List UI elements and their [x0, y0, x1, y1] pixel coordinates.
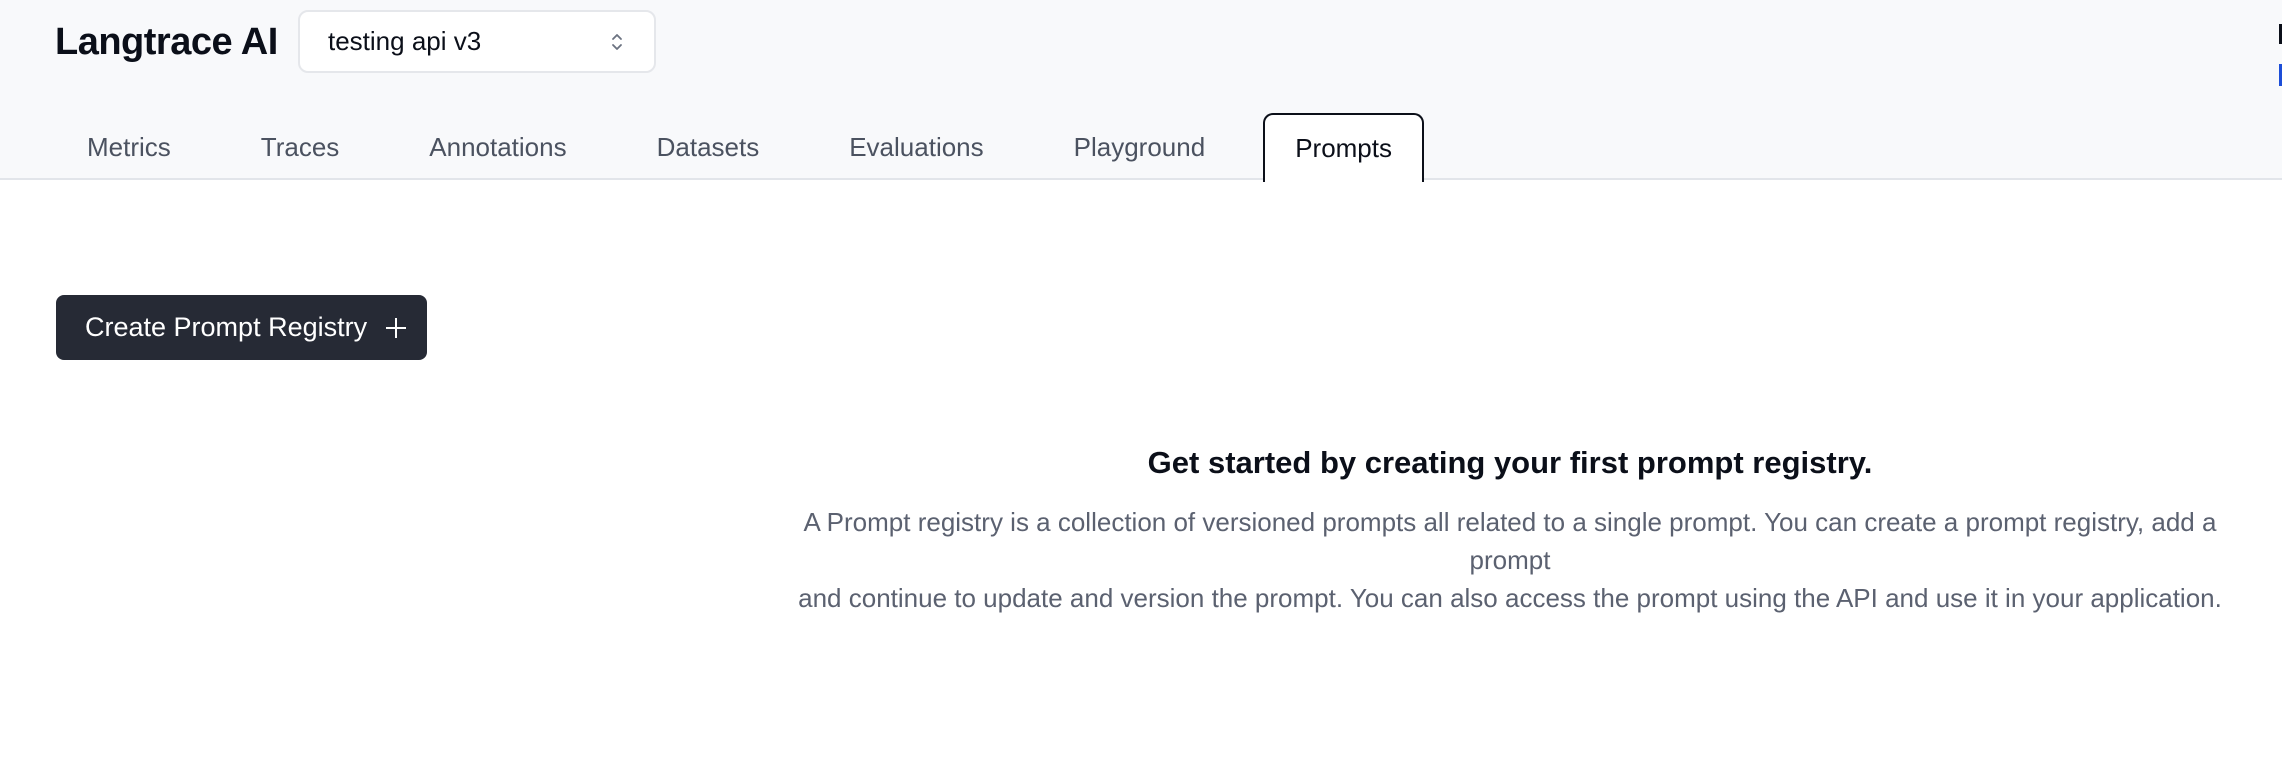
tab-metrics[interactable]: Metrics — [55, 113, 203, 180]
empty-state-line-1: A Prompt registry is a collection of ver… — [803, 507, 2217, 575]
project-select[interactable]: testing api v3 — [298, 10, 656, 73]
create-prompt-registry-label: Create Prompt Registry — [85, 312, 368, 342]
empty-state-description: A Prompt registry is a collection of ver… — [780, 503, 2240, 617]
brand-logo[interactable]: Langtrace AI — [55, 16, 278, 68]
tab-playground[interactable]: Playground — [1042, 113, 1238, 180]
chevron-up-down-icon — [612, 33, 622, 50]
project-select-value: testing api v3 — [328, 26, 482, 56]
truncated-user-menu[interactable] — [2278, 24, 2282, 94]
tab-datasets[interactable]: Datasets — [625, 113, 792, 180]
empty-state-line-2: and continue to update and version the p… — [798, 583, 2222, 613]
tab-prompts[interactable]: Prompts — [1263, 113, 1424, 182]
tab-traces[interactable]: Traces — [229, 113, 372, 180]
tab-annotations[interactable]: Annotations — [397, 113, 598, 180]
top-bar: Langtrace AI testing api v3 Metrics Trac… — [0, 0, 2282, 182]
tab-evaluations[interactable]: Evaluations — [817, 113, 1015, 180]
empty-state-title: Get started by creating your first promp… — [1147, 445, 1873, 480]
create-prompt-registry-button[interactable]: Create Prompt Registry — [56, 295, 427, 360]
empty-state: Get started by creating your first promp… — [780, 445, 2240, 617]
project-tabs: Metrics Traces Annotations Datasets Eval… — [55, 111, 1450, 182]
plus-icon — [385, 317, 407, 339]
